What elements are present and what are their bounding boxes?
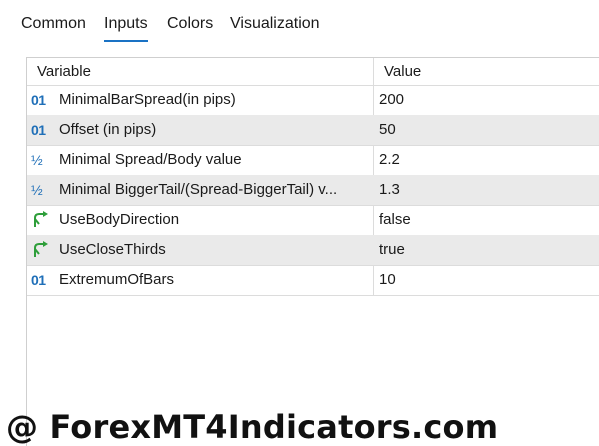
variable-name: Minimal Spread/Body value (59, 151, 242, 168)
variable-name: Minimal BiggerTail/(Spread-BiggerTail) v… (59, 181, 338, 198)
integer-icon: 01 (31, 92, 46, 108)
table-row[interactable]: ½ Minimal BiggerTail/(Spread-BiggerTail)… (27, 175, 599, 206)
tab-colors[interactable]: Colors (167, 14, 213, 36)
boolean-icon (31, 241, 51, 259)
tab-inputs[interactable]: Inputs (104, 14, 148, 42)
variable-name: Offset (in pips) (59, 121, 157, 138)
inputs-table: Variable Value 01 MinimalBarSpread(in pi… (26, 57, 599, 446)
variable-value[interactable]: 200 (379, 85, 579, 115)
table-row[interactable]: 01 Offset (in pips) 50 (27, 115, 599, 146)
variable-value[interactable]: 10 (379, 265, 579, 295)
tab-visualization[interactable]: Visualization (230, 14, 320, 36)
tab-bar: Common Inputs Colors Visualization (0, 0, 599, 44)
table-row[interactable]: 01 ExtremumOfBars 10 (27, 265, 599, 296)
variable-name: MinimalBarSpread(in pips) (59, 91, 236, 108)
variable-name: UseCloseThirds (59, 241, 166, 258)
boolean-icon (31, 211, 51, 229)
integer-icon: 01 (31, 272, 46, 288)
variable-name: UseBodyDirection (59, 211, 180, 228)
variable-value[interactable]: false (379, 205, 579, 235)
variable-value[interactable]: 50 (379, 115, 579, 145)
table-row[interactable]: ½ Minimal Spread/Body value 2.2 (27, 145, 599, 176)
fraction-icon: ½ (31, 152, 43, 168)
variable-value[interactable]: 2.2 (379, 145, 579, 175)
table-row[interactable]: UseBodyDirection false (27, 205, 599, 236)
column-header-value[interactable]: Value (384, 58, 421, 85)
integer-icon: 01 (31, 122, 46, 138)
variable-name: ExtremumOfBars (59, 271, 175, 288)
table-row[interactable]: UseCloseThirds true (27, 235, 599, 266)
tab-common[interactable]: Common (21, 14, 86, 36)
column-header-variable[interactable]: Variable (37, 58, 91, 85)
table-header: Variable Value (27, 58, 599, 86)
watermark-text: @ ForexMT4Indicators.com (6, 408, 499, 446)
variable-value[interactable]: true (379, 235, 579, 265)
fraction-icon: ½ (31, 182, 43, 198)
variable-value[interactable]: 1.3 (379, 175, 579, 205)
table-row[interactable]: 01 MinimalBarSpread(in pips) 200 (27, 85, 599, 116)
